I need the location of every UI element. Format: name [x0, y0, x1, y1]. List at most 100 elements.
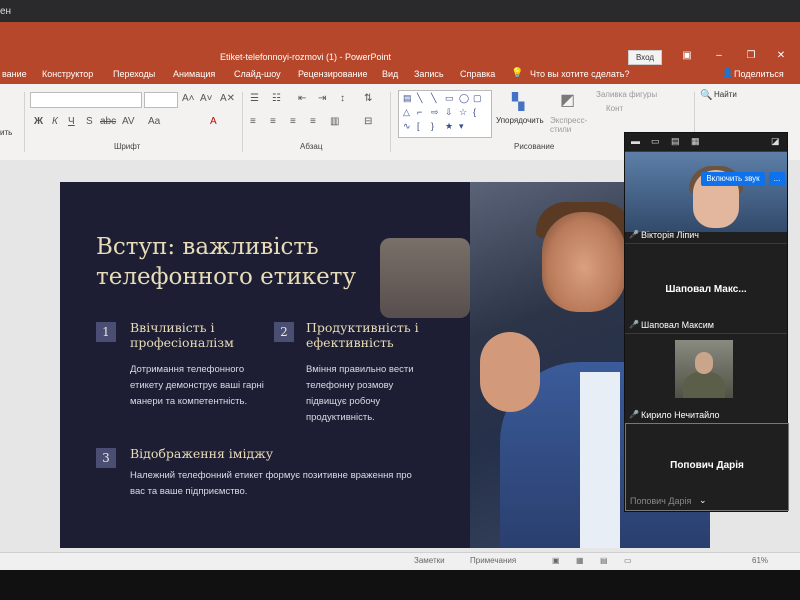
star-shape-icon[interactable]: ☆: [459, 107, 467, 118]
os-corner-text: ен: [0, 6, 12, 17]
notes-button[interactable]: Заметки: [414, 556, 445, 565]
rounded-rect-shape-icon[interactable]: ▢: [473, 93, 482, 104]
close-icon[interactable]: ✕: [774, 50, 788, 62]
tab-design[interactable]: Конструктор: [42, 69, 93, 79]
curve-shape-icon[interactable]: ∿: [403, 121, 411, 132]
minimize-panel-icon[interactable]: ▬: [631, 136, 640, 146]
increase-font-icon[interactable]: A˄: [182, 93, 195, 104]
comments-button[interactable]: Примечания: [470, 556, 516, 565]
gallery-view-icon[interactable]: ▦: [691, 136, 700, 147]
oval-shape-icon[interactable]: ◯: [459, 93, 469, 104]
paste-button[interactable]: ить: [0, 128, 12, 137]
monitor-bezel-bottom: [0, 570, 800, 600]
change-case-button[interactable]: Aa: [148, 116, 160, 127]
align-text-icon[interactable]: ⊟: [364, 116, 372, 127]
align-left-icon[interactable]: ≡: [250, 116, 256, 127]
tab-animation[interactable]: Анимация: [173, 69, 215, 79]
tab-transitions[interactable]: Переходы: [113, 69, 155, 79]
slide-sorter-icon[interactable]: ▦: [576, 556, 584, 565]
more-options-button[interactable]: ...: [769, 172, 785, 186]
slideshow-view-icon[interactable]: ▭: [624, 556, 632, 565]
screen: Etiket-telefonnoyi-rozmovi (1) - PowerPo…: [0, 22, 800, 570]
zoom-participants-panel: ▬ ▭ ▤ ▦ ◪ Включить звук ... 🎤 Вікторія Л…: [624, 132, 789, 512]
slide[interactable]: Вступ: важливість телефонного етикету 1 …: [60, 182, 710, 548]
strip-view-icon[interactable]: ▤: [671, 136, 680, 147]
arrange-icon[interactable]: ▚: [512, 92, 524, 112]
underline-button[interactable]: Ч: [68, 116, 75, 127]
zoom-level[interactable]: 61%: [752, 556, 768, 565]
participant-name-2: Шаповал Максим: [641, 320, 714, 330]
normal-view-icon[interactable]: ▣: [552, 556, 560, 565]
align-right-icon[interactable]: ≡: [290, 116, 296, 127]
line-spacing-icon[interactable]: ↕: [340, 93, 345, 104]
bold-button[interactable]: Ж: [34, 116, 43, 127]
zoom-panel-toolbar: ▬ ▭ ▤ ▦ ◪: [625, 133, 787, 151]
char-spacing-button[interactable]: AV: [122, 116, 135, 127]
italic-button[interactable]: К: [52, 116, 58, 127]
font-color-button[interactable]: A: [210, 116, 217, 127]
textbox-shape-icon[interactable]: ▤: [403, 93, 412, 104]
tab-review[interactable]: Рецензирование: [298, 69, 368, 79]
decrease-font-icon[interactable]: A˅: [200, 93, 213, 104]
ribbon-separator: [242, 92, 243, 152]
monitor-bezel-top: ен: [0, 0, 800, 22]
justify-icon[interactable]: ≡: [310, 116, 316, 127]
strikethrough-button[interactable]: abc: [100, 116, 116, 127]
shadow-button[interactable]: S: [86, 116, 93, 127]
line-shape-icon-2[interactable]: ╲: [431, 93, 436, 104]
avatar-face: [695, 352, 713, 374]
ribbon-display-icon[interactable]: ▣: [680, 50, 694, 62]
shape-fill-button[interactable]: Заливка фигуры: [596, 90, 657, 99]
tell-me-search[interactable]: Что вы хотите сделать?: [530, 69, 630, 79]
font-name-field[interactable]: [30, 92, 142, 108]
align-center-icon[interactable]: ≡: [270, 116, 276, 127]
ribbon-tabs: вание Конструктор Переходы Анимация Слай…: [0, 66, 800, 84]
columns-icon[interactable]: ▥: [330, 116, 339, 127]
item-heading-3: Відображення іміджу: [130, 446, 274, 461]
text-direction-icon[interactable]: ⇅: [364, 93, 372, 104]
participant-tile-1[interactable]: Включить звук ... 🎤 Вікторія Ліпич: [625, 151, 787, 244]
tab-record[interactable]: Запись: [414, 69, 444, 79]
quick-styles-button[interactable]: Экспресс-стили: [550, 116, 590, 134]
share-button[interactable]: Поделиться: [734, 69, 784, 79]
indent-icon[interactable]: ⇤: [298, 93, 306, 104]
brace-close-shape-icon[interactable]: }: [431, 121, 434, 131]
speaker-view-icon[interactable]: ▭: [651, 136, 660, 147]
tab-slideshow[interactable]: Слайд-шоу: [234, 69, 281, 79]
triangle-shape-icon[interactable]: △: [403, 107, 410, 118]
minimize-icon[interactable]: –: [712, 50, 726, 62]
more-shapes-icon[interactable]: ▾: [459, 121, 464, 132]
font-size-field[interactable]: [144, 92, 178, 108]
participant-tile-4[interactable]: Попович Дарія Попович Дарія: [625, 423, 789, 511]
tab-design-partial[interactable]: вание: [2, 69, 27, 79]
participant-tile-3[interactable]: 🎤 Кирило Нечитайло: [625, 333, 787, 424]
shape-outline-button[interactable]: Конт: [606, 104, 623, 113]
numbering-icon[interactable]: ☷: [272, 93, 281, 104]
star-filled-shape-icon[interactable]: ★: [445, 121, 453, 132]
shapes-gallery[interactable]: ▤ ╲ ╲ ▭ ◯ ▢ △ ⌐ ⇨ ⇩ ☆ { ∿ [ } ★ ▾: [398, 90, 492, 138]
outdent-icon[interactable]: ⇥: [318, 93, 326, 104]
ribbon-separator: [390, 92, 391, 152]
arrow-right-shape-icon[interactable]: ⇨: [431, 107, 439, 118]
arrange-button[interactable]: Упорядочить: [496, 116, 544, 125]
participant-tile-2[interactable]: Шаповал Макс... 🎤 Шаповал Максим: [625, 243, 787, 334]
find-button[interactable]: Найти: [714, 90, 737, 99]
arrow-down-shape-icon[interactable]: ⇩: [445, 107, 453, 118]
sign-in-button[interactable]: Вход: [628, 50, 662, 65]
bullets-icon[interactable]: ☰: [250, 93, 259, 104]
panel-layout-icon[interactable]: ◪: [771, 136, 780, 147]
bracket-shape-icon[interactable]: [: [417, 121, 420, 131]
line-shape-icon[interactable]: ╲: [417, 93, 422, 104]
angle-shape-icon[interactable]: ⌐: [417, 107, 422, 117]
unmute-button[interactable]: Включить звук: [701, 172, 765, 186]
chevron-down-icon[interactable]: ⌄: [699, 495, 707, 506]
tab-view[interactable]: Вид: [382, 69, 398, 79]
maximize-icon[interactable]: ❐: [744, 50, 758, 62]
find-icon[interactable]: 🔍: [700, 90, 712, 101]
quick-styles-icon[interactable]: ◩: [560, 90, 575, 110]
tab-help[interactable]: Справка: [460, 69, 495, 79]
reading-view-icon[interactable]: ▤: [600, 556, 608, 565]
brace-shape-icon[interactable]: {: [473, 107, 476, 117]
rectangle-shape-icon[interactable]: ▭: [445, 93, 454, 104]
clear-format-icon[interactable]: A✕: [220, 93, 235, 104]
